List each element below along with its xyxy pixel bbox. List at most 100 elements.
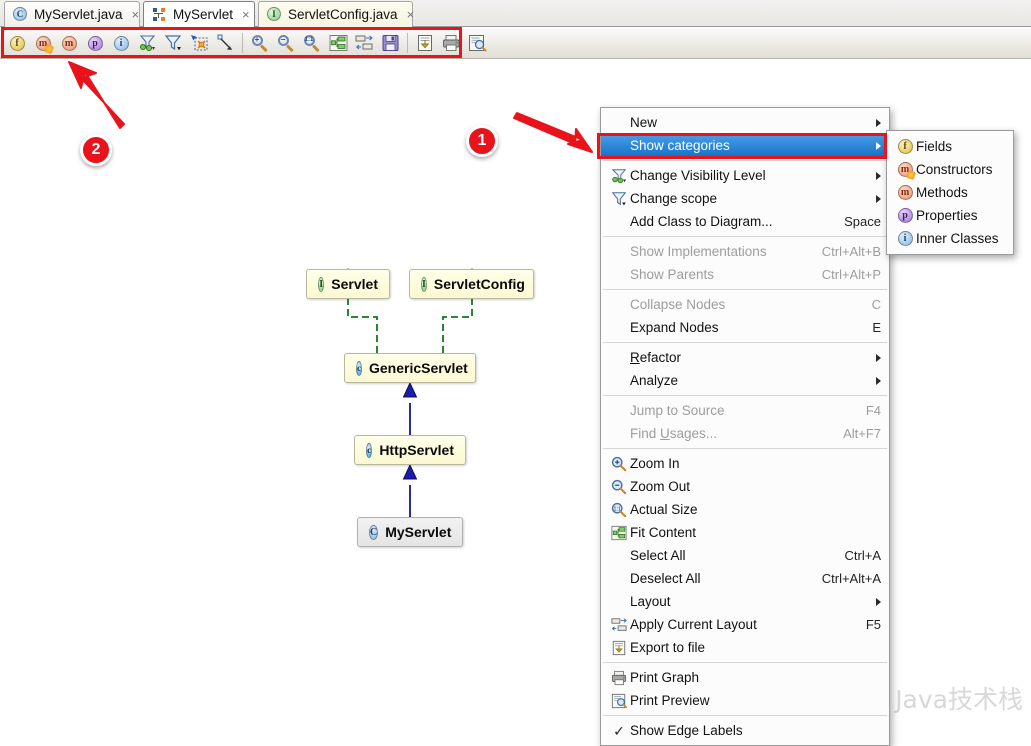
actual-size-icon: 1:1 (608, 502, 630, 518)
menu-item-layout[interactable]: Layout (601, 590, 889, 613)
menu-item-label: Export to file (630, 640, 706, 655)
menu-item-label: Deselect All (630, 571, 701, 586)
menu-item-shortcut: F5 (865, 617, 881, 632)
abstract-class-icon: c (366, 442, 373, 458)
tab-myservlet-diagram[interactable]: MyServlet × (143, 1, 255, 27)
tab-close-icon[interactable]: × (407, 7, 415, 22)
menu-item-print-preview[interactable]: Print Preview (601, 689, 889, 712)
menu-item-label: Add Class to Diagram... (630, 214, 773, 229)
menu-item-shortcut: Ctrl+Alt+B (821, 244, 881, 259)
fit-content-icon (608, 525, 630, 541)
menu-item-shortcut: Ctrl+A (844, 548, 881, 563)
menu-item-expand-nodes[interactable]: Expand Nodes E (601, 316, 889, 339)
inner-class-icon: i (894, 231, 916, 246)
tab-servletconfig-java[interactable]: I ServletConfig.java × (258, 1, 415, 27)
menu-item-label: Show Implementations (630, 244, 767, 259)
export-icon (608, 640, 630, 656)
menu-item-jump-to-source: Jump to Source F4 (601, 399, 889, 422)
diagram-node-myservlet[interactable]: C MyServlet (357, 517, 463, 547)
menu-item-label: Apply Current Layout (630, 617, 757, 632)
funnel-icon (608, 191, 630, 207)
node-label: Servlet (331, 276, 378, 292)
menu-item-show-categories[interactable]: Show categories (601, 134, 889, 157)
menu-item-add-class-to-diagram[interactable]: Add Class to Diagram... Space (601, 210, 889, 233)
menu-item-select-all[interactable]: Select All Ctrl+A (601, 544, 889, 567)
tab-close-icon[interactable]: × (132, 7, 140, 22)
interface-icon: I (318, 276, 325, 292)
menu-item-print-graph[interactable]: Print Graph (601, 666, 889, 689)
node-label: MyServlet (385, 524, 452, 540)
property-icon: p (894, 208, 916, 223)
submenu-arrow-icon (876, 194, 881, 203)
menu-item-label: Show Parents (630, 267, 715, 282)
menu-item-shortcut: Ctrl+Alt+P (821, 267, 881, 282)
menu-item-change-visibility-level[interactable]: Change Visibility Level (601, 164, 889, 187)
menu-item-zoom-out[interactable]: Zoom Out (601, 475, 889, 498)
submenu-item-label: Fields (916, 139, 953, 154)
node-label: HttpServlet (379, 442, 454, 458)
diagram-node-httpservlet[interactable]: c HttpServlet (354, 435, 466, 465)
print-preview-button[interactable] (465, 31, 489, 55)
diagram-node-servlet[interactable]: I Servlet (306, 269, 390, 299)
menu-item-apply-current-layout[interactable]: Apply Current Layout F5 (601, 613, 889, 636)
menu-item-refactor[interactable]: Refactor (601, 346, 889, 369)
menu-item-show-edge-labels[interactable]: ✓ Show Edge Labels (601, 719, 889, 742)
menu-separator (603, 289, 887, 290)
submenu-arrow-icon (876, 353, 881, 362)
submenu-arrow-icon (876, 118, 881, 127)
tab-label: MyServlet.java (34, 7, 123, 22)
menu-item-label: Actual Size (630, 502, 698, 517)
menu-item-label: Show categories (630, 138, 730, 153)
check-icon: ✓ (613, 722, 625, 739)
menu-item-show-implementations: Show Implementations Ctrl+Alt+B (601, 240, 889, 263)
menu-item-label: Find Usages... (630, 426, 718, 441)
menu-item-deselect-all[interactable]: Deselect All Ctrl+Alt+A (601, 567, 889, 590)
menu-separator (603, 395, 887, 396)
menu-item-label: Print Graph (630, 670, 700, 685)
submenu-item-constructors[interactable]: m Constructors (887, 158, 1013, 181)
uml-diagram-icon (152, 7, 167, 22)
menu-item-shortcut: E (872, 320, 881, 335)
submenu-item-inner-classes[interactable]: i Inner Classes (887, 227, 1013, 250)
menu-item-label: Zoom Out (630, 479, 691, 494)
submenu-item-properties[interactable]: p Properties (887, 204, 1013, 227)
menu-item-find-usages: Find Usages... Alt+F7 (601, 422, 889, 445)
menu-item-label: Analyze (630, 373, 679, 388)
menu-item-new[interactable]: New (601, 111, 889, 134)
class-icon: C (369, 524, 379, 540)
class-icon: C (13, 7, 28, 22)
method-icon: m (894, 185, 916, 200)
menu-item-label: Expand Nodes (630, 320, 719, 335)
interface-icon: I (421, 276, 427, 292)
menu-item-shortcut: F4 (865, 403, 881, 418)
editor-tab-bar: C MyServlet.java × MyServlet × I Servlet… (0, 0, 1031, 27)
submenu-item-methods[interactable]: m Methods (887, 181, 1013, 204)
tab-close-icon[interactable]: × (242, 7, 250, 22)
tab-myservlet-java[interactable]: C MyServlet.java × (4, 1, 140, 27)
menu-item-change-scope[interactable]: Change scope (601, 187, 889, 210)
menu-item-actual-size[interactable]: 1:1 Actual Size (601, 498, 889, 521)
annotation-marker-1: 1 (466, 125, 498, 157)
menu-item-collapse-nodes: Collapse Nodes C (601, 293, 889, 316)
toolbar-highlight-box (1, 27, 462, 58)
print-preview-icon (468, 35, 487, 52)
submenu-item-fields[interactable]: f Fields (887, 135, 1013, 158)
watermark-text: Java技术栈 (895, 685, 1023, 714)
abstract-class-icon: c (356, 360, 362, 376)
tab-label: ServletConfig.java (288, 7, 398, 22)
menu-item-label: Jump to Source (630, 403, 725, 418)
diagram-context-menu[interactable]: New Show categories Change Visibility Leve… (600, 107, 890, 746)
menu-separator (603, 342, 887, 343)
visibility-filter-icon (608, 168, 630, 184)
show-categories-submenu[interactable]: f Fields m Constructors m Methods p Properties i… (886, 130, 1014, 255)
menu-item-shortcut: Ctrl+Alt+A (821, 571, 881, 586)
menu-item-label: Collapse Nodes (630, 297, 726, 312)
menu-item-zoom-in[interactable]: Zoom In (601, 452, 889, 475)
menu-item-label: Print Preview (630, 693, 710, 708)
menu-item-export-to-file[interactable]: Export to file (601, 636, 889, 659)
menu-item-label: New (630, 115, 658, 130)
diagram-node-servletconfig[interactable]: I ServletConfig (409, 269, 534, 299)
menu-item-fit-content[interactable]: Fit Content (601, 521, 889, 544)
diagram-node-genericservlet[interactable]: c GenericServlet (344, 353, 476, 383)
menu-item-analyze[interactable]: Analyze (601, 369, 889, 392)
